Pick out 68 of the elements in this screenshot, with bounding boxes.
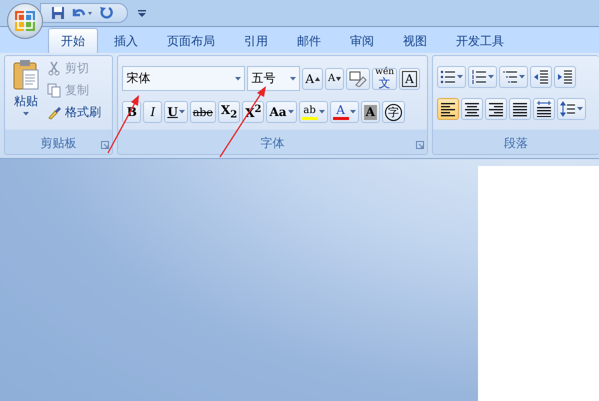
- office-logo-icon: [14, 10, 36, 32]
- align-center-icon: [464, 101, 480, 117]
- grow-font-button[interactable]: A: [302, 68, 324, 90]
- multilevel-list-button[interactable]: [498, 66, 528, 88]
- underline-button[interactable]: U: [164, 101, 188, 123]
- clear-format-button[interactable]: [346, 68, 370, 90]
- group-title: 剪贴板: [40, 134, 77, 152]
- ribbon-tab[interactable]: 引用: [231, 28, 281, 53]
- numbered-list-button[interactable]: [468, 66, 497, 88]
- dialog-launcher-icon: [101, 141, 110, 149]
- ribbon-tab[interactable]: 审阅: [337, 28, 387, 53]
- save-icon[interactable]: [51, 6, 65, 20]
- increase-indent-icon: [556, 69, 573, 85]
- phonetic-guide-button[interactable]: wén 文: [372, 68, 398, 90]
- justify-icon: [512, 101, 528, 117]
- eraser-icon: [349, 70, 368, 86]
- dialog-launcher-icon: [416, 141, 424, 149]
- customize-caret-icon[interactable]: [138, 8, 146, 18]
- align-right-icon: [488, 101, 504, 117]
- align-center-button[interactable]: [460, 98, 483, 120]
- shrink-font-button[interactable]: A: [325, 68, 344, 90]
- numbered-list-icon: [470, 69, 487, 85]
- bullets-icon: [440, 69, 456, 85]
- clipboard-icon: [12, 59, 40, 91]
- ribbon-tab[interactable]: 视图: [390, 28, 440, 53]
- ribbon-tab[interactable]: 开发工具: [443, 28, 517, 53]
- triangle-icon: [315, 76, 320, 80]
- line-spacing-icon: [560, 101, 576, 117]
- caret-icon: [235, 76, 242, 80]
- ribbon-tab[interactable]: 开始: [48, 28, 98, 53]
- ribbon-tab[interactable]: 页面布局: [154, 28, 228, 53]
- triangle-icon: [336, 76, 342, 80]
- redo-icon[interactable]: [99, 6, 113, 20]
- group-title: 段落: [504, 134, 528, 152]
- group-title: 字体: [260, 134, 284, 152]
- caret-icon: [23, 112, 29, 116]
- italic-button[interactable]: I: [143, 101, 162, 123]
- caret-icon: [290, 76, 296, 80]
- distributed-button[interactable]: [532, 98, 555, 120]
- copy-icon: [47, 83, 62, 98]
- paste-button[interactable]: 粘贴: [9, 59, 43, 132]
- enclose-character-button[interactable]: 字: [382, 101, 405, 123]
- character-border-button[interactable]: A: [399, 68, 420, 90]
- align-left-button[interactable]: [436, 98, 459, 120]
- multilevel-list-icon: [502, 69, 518, 85]
- bullets-button[interactable]: [436, 66, 466, 88]
- format-button[interactable]: Aa: [266, 101, 297, 123]
- highlight-button[interactable]: ab: [298, 101, 328, 123]
- decrease-indent-icon: [532, 69, 549, 85]
- font-color-button[interactable]: A: [330, 101, 359, 123]
- strikethrough-button[interactable]: abe: [190, 101, 216, 123]
- font-name-field[interactable]: 宋体: [122, 66, 246, 91]
- arrow: [107, 95, 139, 154]
- line-spacing-button[interactable]: [556, 98, 586, 120]
- align-left-icon: [440, 101, 456, 117]
- cut-icon: [47, 61, 62, 76]
- ribbon-tab[interactable]: 邮件: [284, 28, 334, 53]
- distributed-icon: [536, 101, 552, 117]
- format-button[interactable]: X$_{2}$: [218, 101, 240, 123]
- increase-indent-button[interactable]: [554, 66, 576, 88]
- align-right-button[interactable]: [484, 98, 507, 120]
- clipboard-button[interactable]: 格式刷: [47, 103, 101, 122]
- decrease-indent-button[interactable]: [530, 66, 552, 88]
- brush-icon: [47, 105, 62, 120]
- justify-button[interactable]: [508, 98, 531, 120]
- character-shading-button[interactable]: A: [360, 101, 380, 123]
- ribbon-tab[interactable]: 插入: [101, 28, 151, 53]
- font-size-field[interactable]: 五号: [247, 66, 300, 91]
